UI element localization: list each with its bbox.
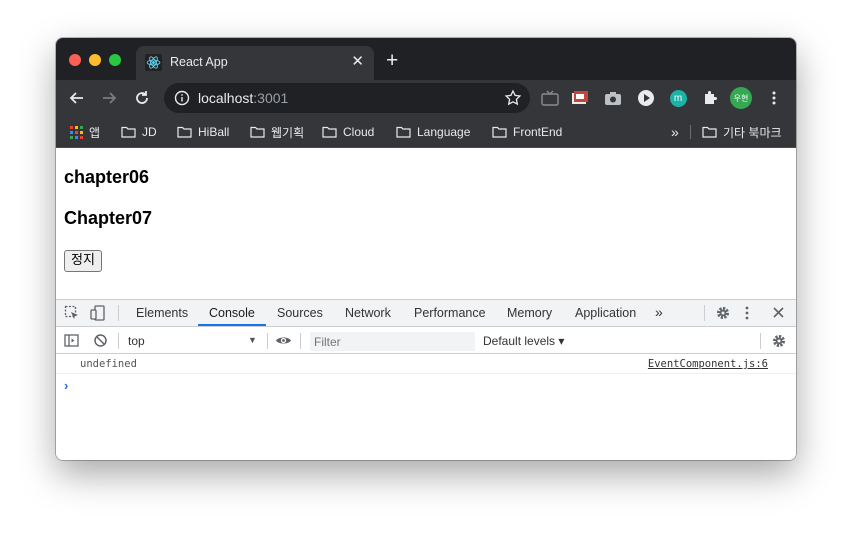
- console-toolbar: top ▼ Default levels ▾: [56, 328, 796, 354]
- tab-sources[interactable]: Sources: [277, 306, 323, 320]
- bookmark-star-icon[interactable]: [504, 89, 522, 107]
- folder-icon: [177, 126, 192, 138]
- folder-icon: [250, 126, 265, 138]
- devtools-panel: Elements Console Sources Network Perform…: [56, 299, 796, 460]
- url-host: localhost: [198, 90, 254, 106]
- m-extension-icon[interactable]: m: [668, 88, 688, 108]
- clear-console-icon[interactable]: [93, 333, 108, 348]
- tab-network[interactable]: Network: [345, 306, 391, 320]
- apps-grid-icon: [70, 125, 83, 139]
- bookmark-folder[interactable]: Cloud: [322, 124, 374, 140]
- bookmarks-divider: [690, 125, 691, 139]
- console-message-row: undefined EventComponent.js:6: [56, 355, 796, 374]
- devtools-menu-icon[interactable]: [745, 306, 749, 320]
- console-source-link[interactable]: EventComponent.js:6: [648, 358, 768, 370]
- execution-context-select[interactable]: top: [128, 334, 145, 348]
- live-expression-eye-icon[interactable]: [275, 334, 292, 347]
- console-message-text: undefined: [80, 358, 137, 370]
- bookmark-folder[interactable]: JD: [121, 124, 157, 140]
- folder-icon: [322, 126, 337, 138]
- console-prompt-icon[interactable]: ›: [64, 378, 68, 393]
- bookmarks-overflow-button[interactable]: »: [671, 124, 679, 140]
- forward-icon[interactable]: [98, 87, 120, 109]
- bookmark-label: HiBall: [198, 125, 230, 139]
- tab-strip: React App ✕ +: [56, 38, 796, 80]
- cast-tv-icon[interactable]: [540, 88, 560, 108]
- tab-application[interactable]: Application: [575, 306, 636, 320]
- toolbar-divider: [704, 305, 705, 321]
- page-viewport: chapter06 Chapter07 정지: [56, 149, 796, 299]
- folder-icon: [121, 126, 136, 138]
- close-devtools-icon[interactable]: [772, 306, 785, 319]
- console-filter-input[interactable]: [310, 332, 475, 351]
- extension-image-icon[interactable]: [570, 88, 590, 108]
- m-badge: m: [669, 89, 687, 107]
- menu-kebab-icon[interactable]: [764, 88, 784, 108]
- bookmark-label: Language: [417, 125, 471, 139]
- page-heading-chapter06: chapter06: [64, 167, 150, 187]
- bookmark-folder[interactable]: HiBall: [177, 124, 229, 140]
- window-close-button[interactable]: [69, 54, 81, 66]
- other-bookmarks-label: 기타 북마크: [723, 125, 782, 140]
- toolbar-divider: [300, 333, 301, 349]
- tab-title: React App: [170, 55, 228, 69]
- toolbar-divider: [267, 333, 268, 349]
- tab-console[interactable]: Console: [209, 306, 255, 320]
- bookmark-label: FrontEnd: [513, 125, 563, 139]
- bookmarks-bar: 앱 JD HiBall 웹기획 Cloud Language FrontEnd …: [56, 116, 796, 148]
- camera-icon[interactable]: [603, 88, 623, 108]
- folder-icon: [492, 126, 507, 138]
- bookmark-folder[interactable]: 웹기획: [250, 124, 304, 140]
- reload-icon[interactable]: [131, 87, 153, 109]
- browser-toolbar: localhost:3001 m 우현: [56, 80, 796, 116]
- browser-tab[interactable]: React App ✕: [136, 46, 374, 80]
- active-tab-indicator: [198, 324, 266, 326]
- browser-window: React App ✕ + localhost:3001 m 우현 앱 JD H…: [56, 38, 796, 460]
- info-icon[interactable]: [174, 90, 190, 106]
- log-levels-dropdown[interactable]: Default levels ▾: [483, 334, 564, 348]
- puzzle-extensions-icon[interactable]: [700, 88, 720, 108]
- react-icon: [145, 54, 162, 71]
- tab-close-icon[interactable]: ✕: [351, 53, 364, 71]
- url-port: :3001: [253, 90, 289, 106]
- window-minimize-button[interactable]: [89, 54, 101, 66]
- bookmark-label: 웹기획: [271, 125, 305, 140]
- apps-shortcut[interactable]: 앱: [70, 124, 100, 140]
- settings-gear-icon[interactable]: [715, 305, 731, 321]
- toolbar-divider: [118, 305, 119, 321]
- tab-memory[interactable]: Memory: [507, 306, 552, 320]
- inspect-element-icon[interactable]: [64, 305, 80, 321]
- profile-avatar[interactable]: 우현: [730, 87, 752, 109]
- bookmark-folder[interactable]: Language: [396, 124, 470, 140]
- show-sidebar-icon[interactable]: [64, 333, 79, 348]
- more-tabs-button[interactable]: »: [655, 304, 663, 320]
- other-bookmarks-folder[interactable]: 기타 북마크: [702, 124, 782, 140]
- chevron-down-icon[interactable]: ▼: [248, 335, 257, 345]
- folder-icon: [396, 126, 411, 138]
- new-tab-button[interactable]: +: [386, 50, 398, 72]
- bookmark-label: JD: [142, 125, 157, 139]
- tab-performance[interactable]: Performance: [414, 306, 486, 320]
- back-icon[interactable]: [66, 87, 88, 109]
- folder-icon: [702, 126, 717, 138]
- address-bar[interactable]: localhost:3001: [164, 83, 530, 113]
- play-extension-icon[interactable]: [636, 88, 656, 108]
- toolbar-divider: [118, 333, 119, 349]
- toolbar-divider: [760, 333, 761, 349]
- bookmark-folder[interactable]: FrontEnd: [492, 124, 562, 140]
- page-heading-chapter07: Chapter07: [64, 208, 153, 228]
- apps-label: 앱: [89, 125, 101, 140]
- bookmark-label: Cloud: [343, 125, 375, 139]
- tab-elements[interactable]: Elements: [136, 306, 188, 320]
- stop-button[interactable]: 정지: [64, 250, 102, 272]
- window-maximize-button[interactable]: [109, 54, 121, 66]
- url-text: localhost:3001: [198, 90, 288, 106]
- console-settings-gear-icon[interactable]: [771, 333, 787, 349]
- devtools-tab-bar: Elements Console Sources Network Perform…: [56, 300, 796, 327]
- device-toolbar-icon[interactable]: [90, 305, 106, 321]
